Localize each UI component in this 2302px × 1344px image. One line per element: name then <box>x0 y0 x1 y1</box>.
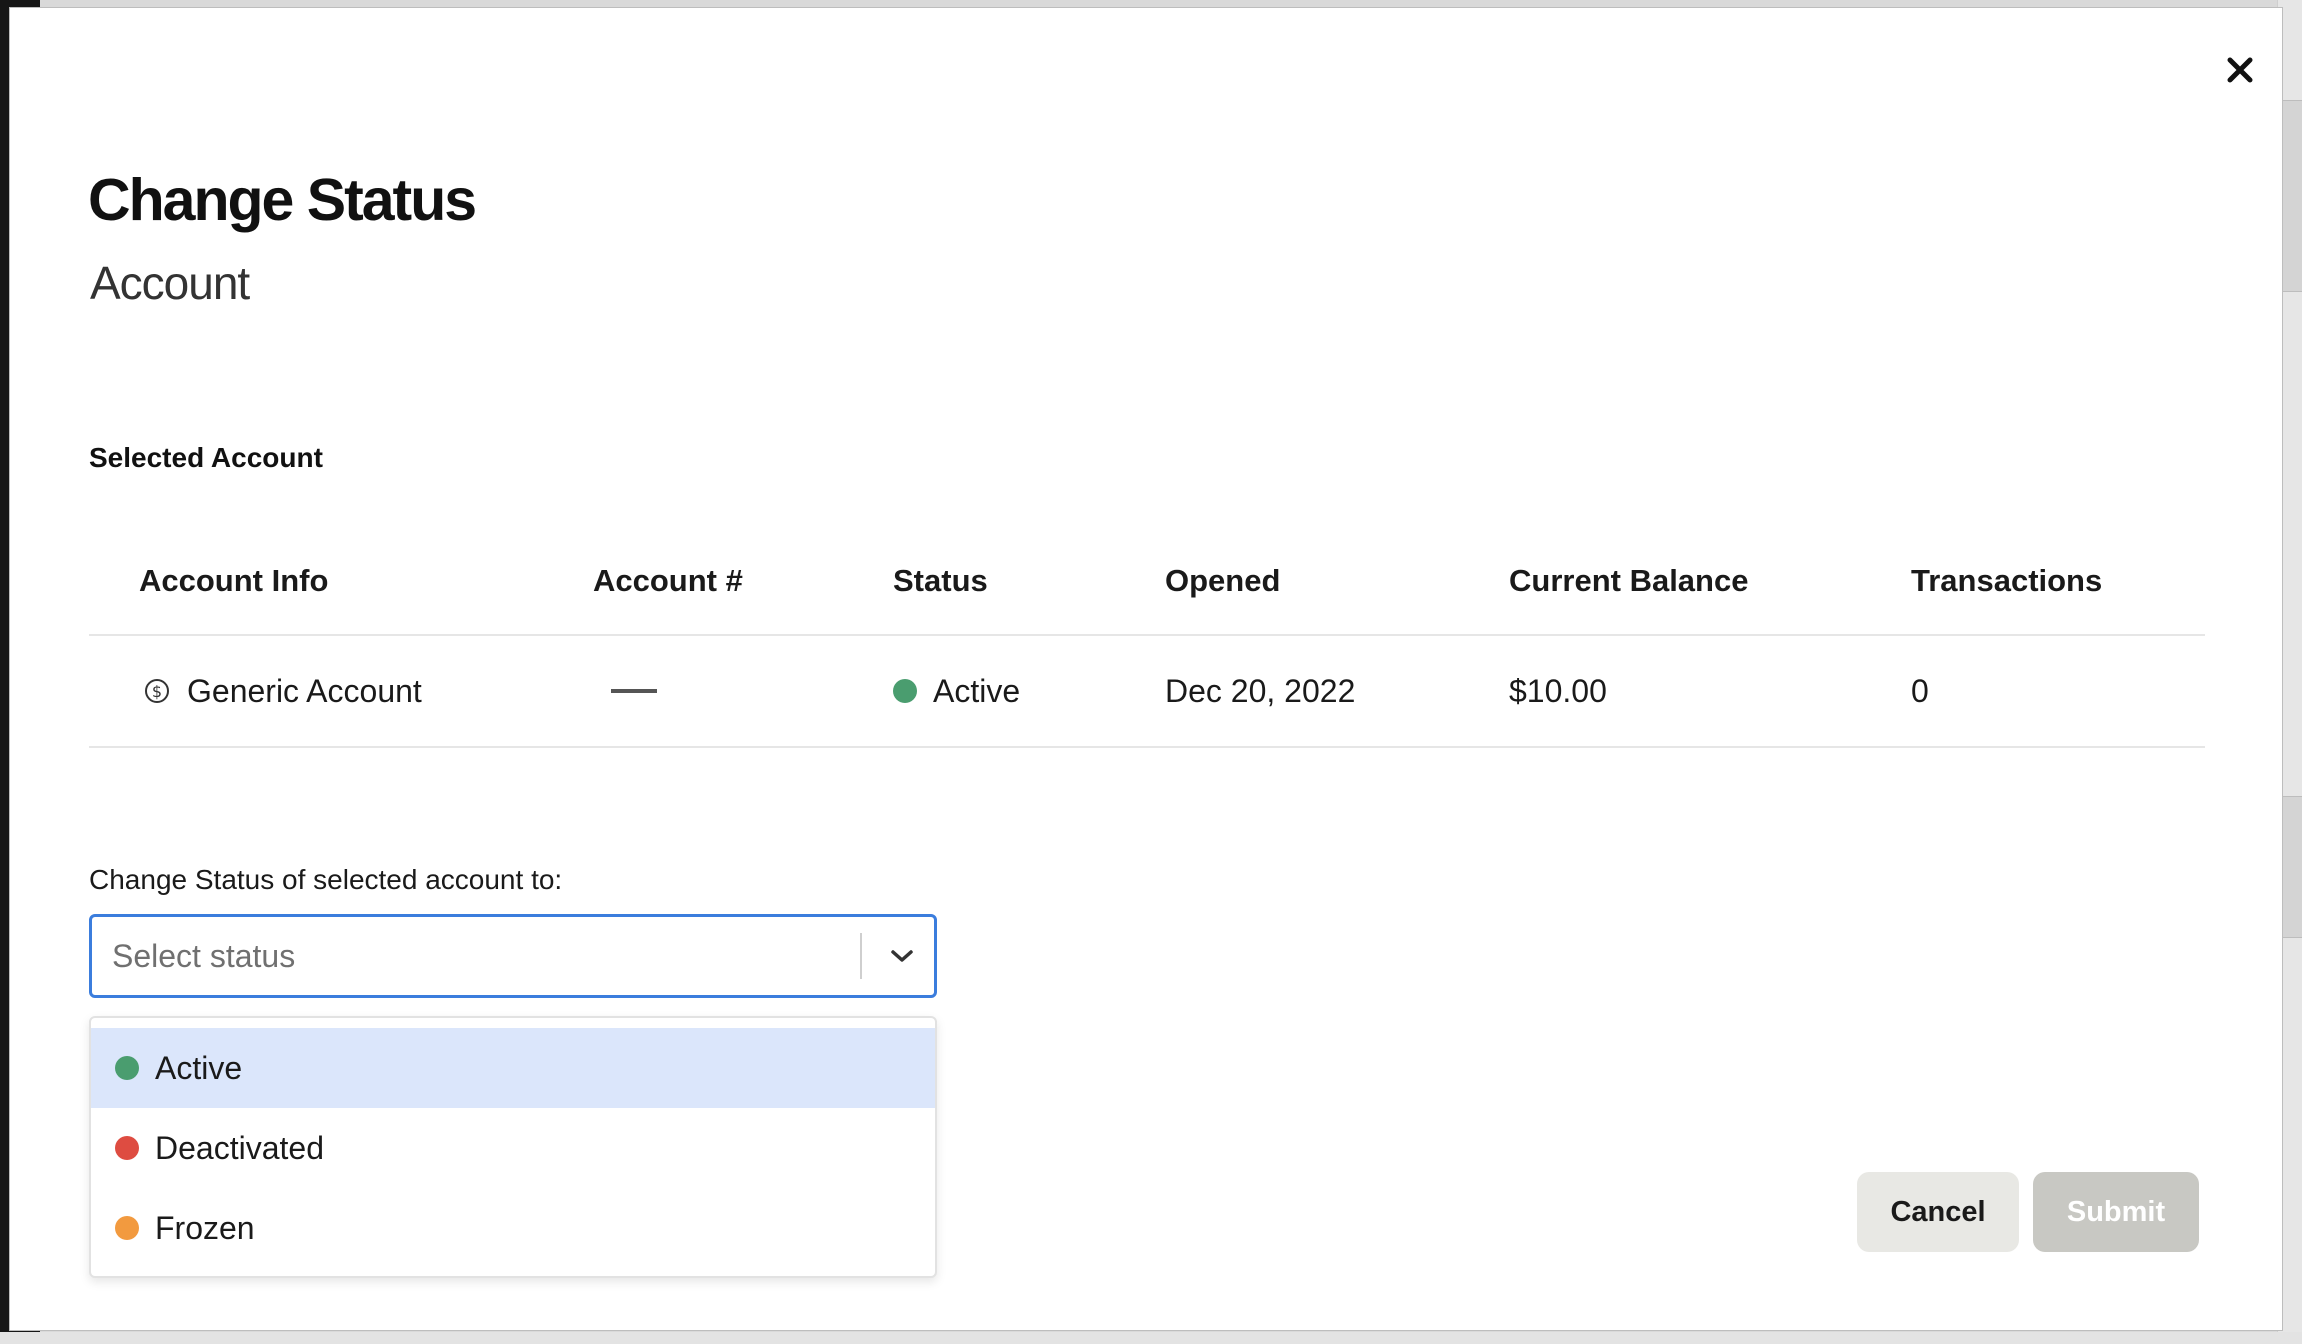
table-row: $ Generic Account Active Dec 20, 2022 $1… <box>89 636 2205 748</box>
cancel-button[interactable]: Cancel <box>1857 1172 2019 1252</box>
column-header-transactions: Transactions <box>1911 563 2103 598</box>
account-name: Generic Account <box>187 672 422 709</box>
status-cell: Active <box>893 636 1020 746</box>
change-status-label: Change Status of selected account to: <box>89 864 563 895</box>
transactions-cell: 0 <box>1911 672 1929 709</box>
column-header-status: Status <box>893 563 988 598</box>
select-divider <box>860 933 862 979</box>
status-option-deactivated[interactable]: Deactivated <box>91 1108 935 1188</box>
column-header-account-number: Account # <box>593 563 743 598</box>
page-title: Change Status <box>88 167 477 233</box>
option-label: Frozen <box>155 1209 255 1246</box>
status-dot <box>893 679 917 703</box>
column-header-account-info: Account Info <box>139 563 329 598</box>
status-dot <box>115 1056 139 1080</box>
status-dot <box>115 1136 139 1160</box>
chevron-down-icon <box>891 950 913 962</box>
column-header-current-balance: Current Balance <box>1509 563 1749 598</box>
dropdown-toggle[interactable] <box>874 917 930 995</box>
empty-value-dash <box>611 689 657 693</box>
status-option-frozen[interactable]: Frozen <box>91 1188 935 1268</box>
balance-cell: $10.00 <box>1509 672 1607 709</box>
submit-button[interactable]: Submit <box>2033 1172 2199 1252</box>
account-number-cell <box>593 636 657 746</box>
status-text: Active <box>933 672 1021 709</box>
column-header-opened: Opened <box>1165 563 1281 598</box>
selected-account-table: Account Info Account # Status Opened Cur… <box>89 528 2205 748</box>
account-info-cell: $ Generic Account <box>145 636 422 746</box>
selected-account-label: Selected Account <box>89 442 323 473</box>
backdrop-bottom <box>0 1332 2302 1344</box>
close-button[interactable] <box>2220 50 2260 90</box>
change-status-modal: Change Status Account Selected Account A… <box>9 7 2283 1331</box>
status-option-active[interactable]: Active <box>91 1028 935 1108</box>
page-subtitle: Account <box>90 257 250 309</box>
status-select-placeholder: Select status <box>112 937 296 974</box>
status-select[interactable]: Select status <box>89 914 937 998</box>
opened-cell: Dec 20, 2022 <box>1165 672 1356 709</box>
option-label: Active <box>155 1049 243 1086</box>
table-header-row: Account Info Account # Status Opened Cur… <box>89 528 2205 636</box>
option-label: Deactivated <box>155 1129 324 1166</box>
status-options-menu: Active Deactivated Frozen <box>89 1016 937 1278</box>
close-icon <box>2227 57 2253 83</box>
status-dot <box>115 1216 139 1240</box>
dollar-circle-icon: $ <box>145 679 169 703</box>
